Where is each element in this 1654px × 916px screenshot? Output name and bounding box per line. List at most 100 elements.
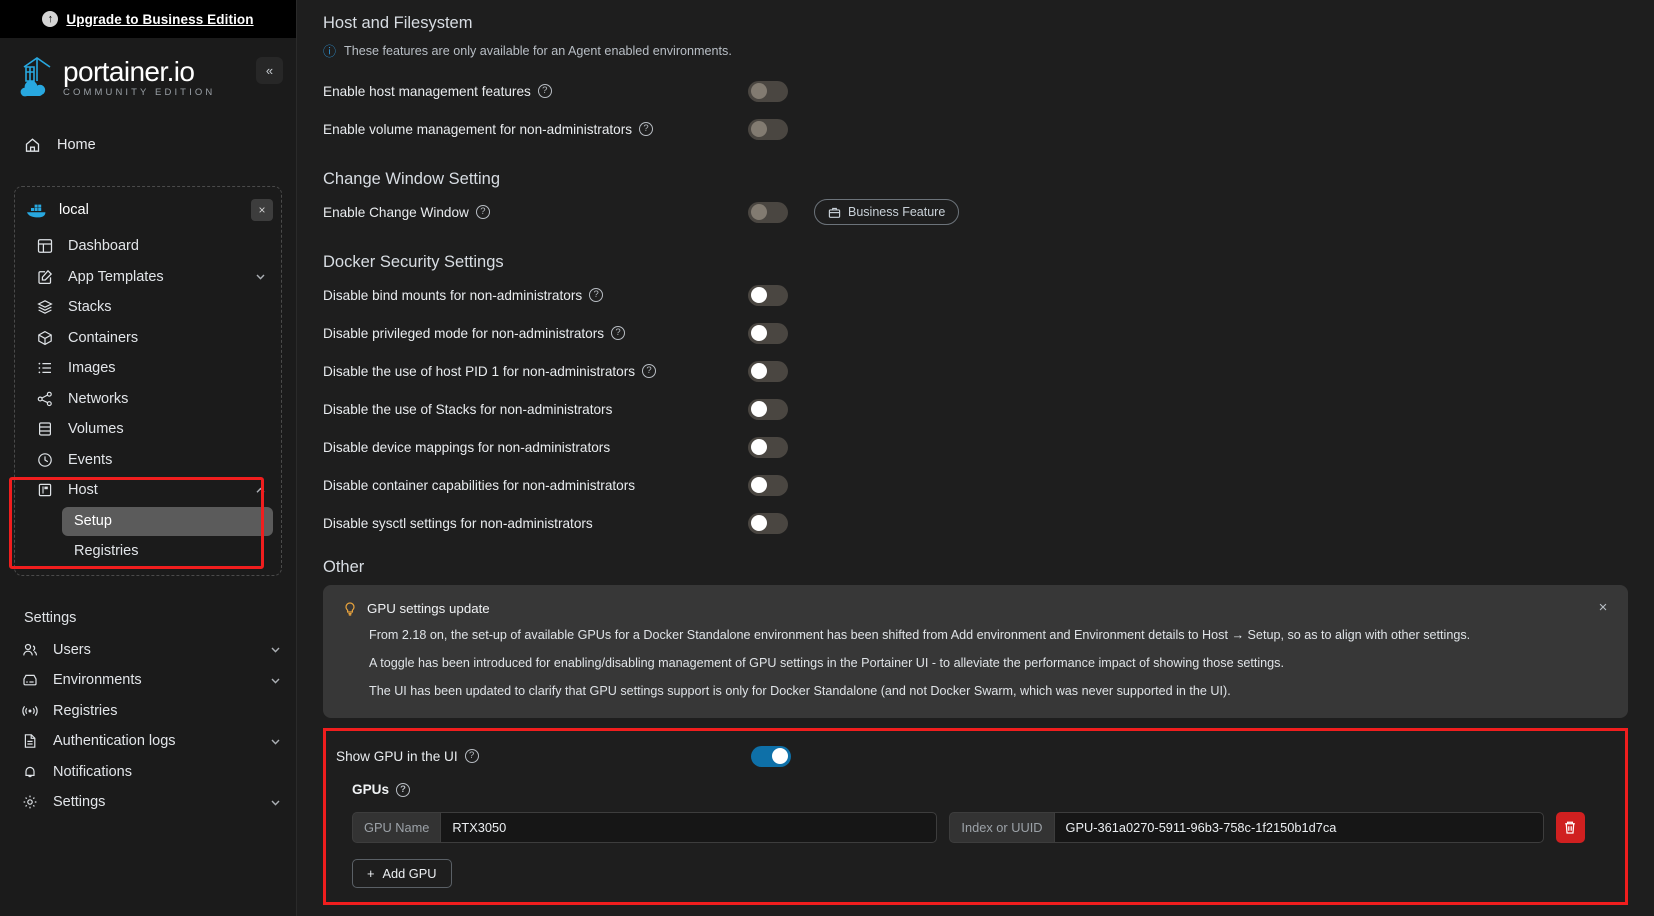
sidebar-item-host-registries-label: Registries: [74, 543, 139, 559]
brand-name: portainer.io: [63, 55, 195, 87]
toggle-knob: [751, 121, 767, 137]
close-notice-icon[interactable]: ×: [1594, 599, 1612, 617]
chevron-down-icon[interactable]: [269, 735, 282, 748]
help-icon[interactable]: ?: [475, 205, 490, 219]
toggle-disable-stacks[interactable]: [748, 398, 788, 420]
lightbulb-icon: [345, 602, 355, 616]
sidebar-item-users[interactable]: Users: [0, 635, 296, 666]
sidebar-item-host-setup[interactable]: Setup: [62, 506, 273, 536]
sidebar-item-authentication-logs-label: Authentication logs: [53, 733, 176, 750]
help-icon[interactable]: ?: [611, 326, 626, 340]
gpu-settings-update-notice: GPU settings update From 2.18 on, the se…: [323, 585, 1628, 718]
sidebar-item-authentication-logs[interactable]: Authentication logs: [0, 726, 296, 757]
sidebar-item-host[interactable]: Host: [15, 475, 281, 506]
row-enable-volume-management: Enable volume management for non-adminis…: [323, 110, 1628, 148]
settings-group-label: Settings: [24, 609, 77, 626]
sidebar-item-app-templates[interactable]: App Templates: [15, 262, 281, 293]
chevron-down-icon[interactable]: [269, 643, 282, 656]
environment-header[interactable]: local ×: [15, 193, 281, 227]
delete-gpu-button[interactable]: [1555, 812, 1585, 843]
gear-icon: [21, 794, 38, 811]
gpu-uuid-input[interactable]: [1053, 812, 1544, 843]
sidebar-item-dashboard[interactable]: Dashboard: [15, 231, 281, 262]
sidebar-item-stacks[interactable]: Stacks: [15, 292, 281, 323]
help-icon[interactable]: ?: [589, 288, 604, 302]
sidebar-item-stacks-label: Stacks: [68, 299, 112, 316]
toggle-disable-container-capabilities[interactable]: [748, 474, 788, 496]
row-enable-change-window: Enable Change Window ? Business Feature: [323, 193, 1628, 231]
row-disable-stacks: Disable the use of Stacks for non-admini…: [323, 390, 1628, 428]
brand-logo-area: portainer.io COMMUNITY EDITION «: [0, 38, 296, 116]
upgrade-banner-label: Upgrade to Business Edition: [66, 11, 254, 27]
notice-paragraph-2: A toggle has been introduced for enablin…: [369, 656, 1284, 670]
add-gpu-button[interactable]: + Add GPU: [352, 859, 452, 888]
sidebar-item-settings[interactable]: Settings: [0, 787, 296, 818]
chevron-up-icon[interactable]: [254, 484, 267, 497]
toggle-enable-volume-management[interactable]: [748, 118, 788, 140]
toggle-disable-sysctl-settings[interactable]: [748, 512, 788, 534]
toggle-disable-privileged-mode[interactable]: [748, 322, 788, 344]
toggle-enable-host-management[interactable]: [748, 80, 788, 102]
close-environment-icon[interactable]: ×: [251, 199, 273, 221]
row-disable-sysctl-settings: Disable sysctl settings for non-administ…: [323, 504, 1628, 542]
docker-icon: [27, 204, 46, 217]
row-disable-bind-mounts: Disable bind mounts for non-administrato…: [323, 276, 1628, 314]
toggle-show-gpu-in-ui[interactable]: [751, 745, 791, 767]
help-icon[interactable]: ?: [537, 84, 552, 98]
agent-only-note: ⓘ These features are only available for …: [323, 41, 1628, 60]
sidebar-item-home[interactable]: Home: [0, 128, 296, 162]
help-icon[interactable]: ?: [396, 782, 411, 797]
chevron-down-icon[interactable]: [254, 270, 267, 283]
info-circle-icon: ⓘ: [323, 44, 337, 59]
sidebar-item-containers[interactable]: Containers: [15, 323, 281, 354]
help-icon[interactable]: ?: [464, 749, 479, 763]
chevron-down-icon[interactable]: [269, 674, 282, 687]
portainer-crane-logo-icon: [20, 57, 51, 97]
toggle-knob: [751, 204, 767, 220]
portainer-app-window: ↑ Upgrade to Business Edition portainer.…: [0, 0, 1654, 916]
business-feature-badge[interactable]: Business Feature: [814, 199, 960, 225]
row-enable-host-management: Enable host management features ?: [323, 72, 1628, 110]
gpus-label-group: GPUs ?: [352, 782, 1615, 797]
containers-icon: [36, 329, 53, 346]
upgrade-arrow-icon: ↑: [42, 11, 59, 27]
sidebar-item-users-label: Users: [53, 641, 91, 658]
sidebar-item-registries[interactable]: Registries: [0, 696, 296, 727]
row-disable-container-capabilities: Disable container capabilities for non-a…: [323, 466, 1628, 504]
upgrade-to-business-banner[interactable]: ↑ Upgrade to Business Edition: [0, 0, 296, 38]
settings-nav-list: Users Environments Registries Authentica…: [0, 635, 296, 818]
sidebar-item-events[interactable]: Events: [15, 445, 281, 476]
host-icon: [36, 482, 53, 499]
sidebar-item-networks[interactable]: Networks: [15, 384, 281, 415]
sidebar-item-images[interactable]: Images: [15, 353, 281, 384]
sidebar-item-containers-label: Containers: [68, 329, 139, 346]
gpu-row: GPU Name Index or UUID: [352, 812, 1615, 843]
sidebar-item-host-label: Host: [68, 482, 98, 499]
host-and-filesystem-title: Host and Filesystem: [323, 14, 473, 32]
dashboard-icon: [36, 238, 53, 255]
main-content: Host and Filesystem ⓘ These features are…: [297, 0, 1654, 916]
collapse-sidebar-button[interactable]: «: [256, 57, 283, 84]
gpu-name-input[interactable]: [440, 812, 938, 843]
help-icon[interactable]: ?: [639, 122, 654, 136]
notice-header: GPU settings update: [343, 600, 1608, 616]
row-label: Show GPU in the UI ?: [336, 749, 751, 764]
toggle-disable-host-pid1[interactable]: [748, 360, 788, 382]
sidebar-item-host-registries[interactable]: Registries: [62, 537, 273, 566]
row-label: Enable Change Window ?: [323, 205, 738, 220]
toggle-disable-device-mappings[interactable]: [748, 436, 788, 458]
gpu-uuid-field-group: Index or UUID: [949, 812, 1544, 843]
toggle-disable-bind-mounts[interactable]: [748, 284, 788, 306]
sidebar-item-volumes[interactable]: Volumes: [15, 414, 281, 445]
users-icon: [21, 641, 38, 658]
row-disable-device-mappings: Disable device mappings for non-administ…: [323, 428, 1628, 466]
registries-broadcast-icon: [21, 702, 38, 719]
chevron-down-icon[interactable]: [269, 796, 282, 809]
sidebar-item-environments[interactable]: Environments: [0, 665, 296, 696]
toggle-enable-change-window[interactable]: [748, 201, 788, 223]
brand-edition: COMMUNITY EDITION: [63, 86, 216, 98]
environments-icon: [21, 672, 38, 689]
help-icon[interactable]: ?: [642, 364, 657, 378]
gpu-name-field-group: GPU Name: [352, 812, 938, 843]
sidebar-item-notifications[interactable]: Notifications: [0, 757, 296, 788]
